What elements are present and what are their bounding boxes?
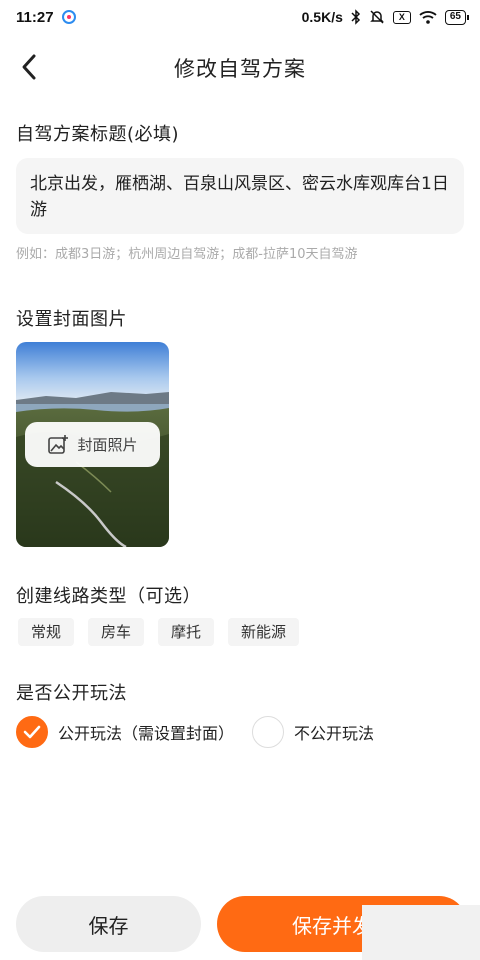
cover-image[interactable]: 封面照片 <box>16 342 169 547</box>
back-button[interactable] <box>14 52 44 82</box>
route-type-chip[interactable]: 常规 <box>18 618 75 646</box>
sim-icon: X <box>392 10 411 24</box>
route-type-chip[interactable]: 房车 <box>88 618 145 646</box>
title-hint: 例如：成都3日游；杭州周边自驾游；成都-拉萨10天自驾游 <box>16 247 358 262</box>
mute-icon <box>370 10 384 24</box>
chevron-left-icon <box>22 54 36 80</box>
route-type-options: 常规 房车 摩托 新能源 <box>18 618 300 646</box>
public-section-label: 是否公开玩法 <box>16 683 127 704</box>
status-bar: 11:27 0.5K/s X 65 <box>0 0 480 34</box>
watermark-overlay <box>362 905 480 960</box>
network-speed: 0.5K/s <box>301 9 343 25</box>
route-type-chip[interactable]: 摩托 <box>158 618 215 646</box>
route-type-chip[interactable]: 新能源 <box>228 618 300 646</box>
wifi-icon <box>419 11 437 24</box>
page-title: 修改自驾方案 <box>174 57 306 81</box>
plan-title-input[interactable]: 北京出发，雁栖湖、百泉山风景区、密云水库观库台1日游 <box>16 158 464 234</box>
radio-unchecked-icon <box>252 716 285 748</box>
app-icon <box>61 10 76 24</box>
cover-section-label: 设置封面图片 <box>16 309 127 330</box>
public-options: 公开玩法（需设置封面） 不公开玩法 <box>16 716 374 748</box>
radio-checked-icon <box>16 716 48 748</box>
public-option-private[interactable]: 不公开玩法 <box>252 716 374 748</box>
cover-photo-button[interactable]: 封面照片 <box>25 422 160 467</box>
private-option-label: 不公开玩法 <box>294 724 375 743</box>
public-option-label: 公开玩法（需设置封面） <box>58 724 235 743</box>
nav-bar: 修改自驾方案 <box>0 34 480 102</box>
public-option-public[interactable]: 公开玩法（需设置封面） <box>16 716 234 748</box>
save-button[interactable]: 保存 <box>16 896 201 952</box>
route-type-label: 创建线路类型（可选） <box>16 586 201 607</box>
battery-icon: 65 <box>444 9 470 25</box>
image-add-icon <box>48 434 69 454</box>
title-section-label: 自驾方案标题(必填) <box>16 124 180 145</box>
cover-photo-label: 封面照片 <box>77 436 138 454</box>
bluetooth-icon <box>351 9 360 25</box>
status-time: 11:27 <box>16 8 54 26</box>
